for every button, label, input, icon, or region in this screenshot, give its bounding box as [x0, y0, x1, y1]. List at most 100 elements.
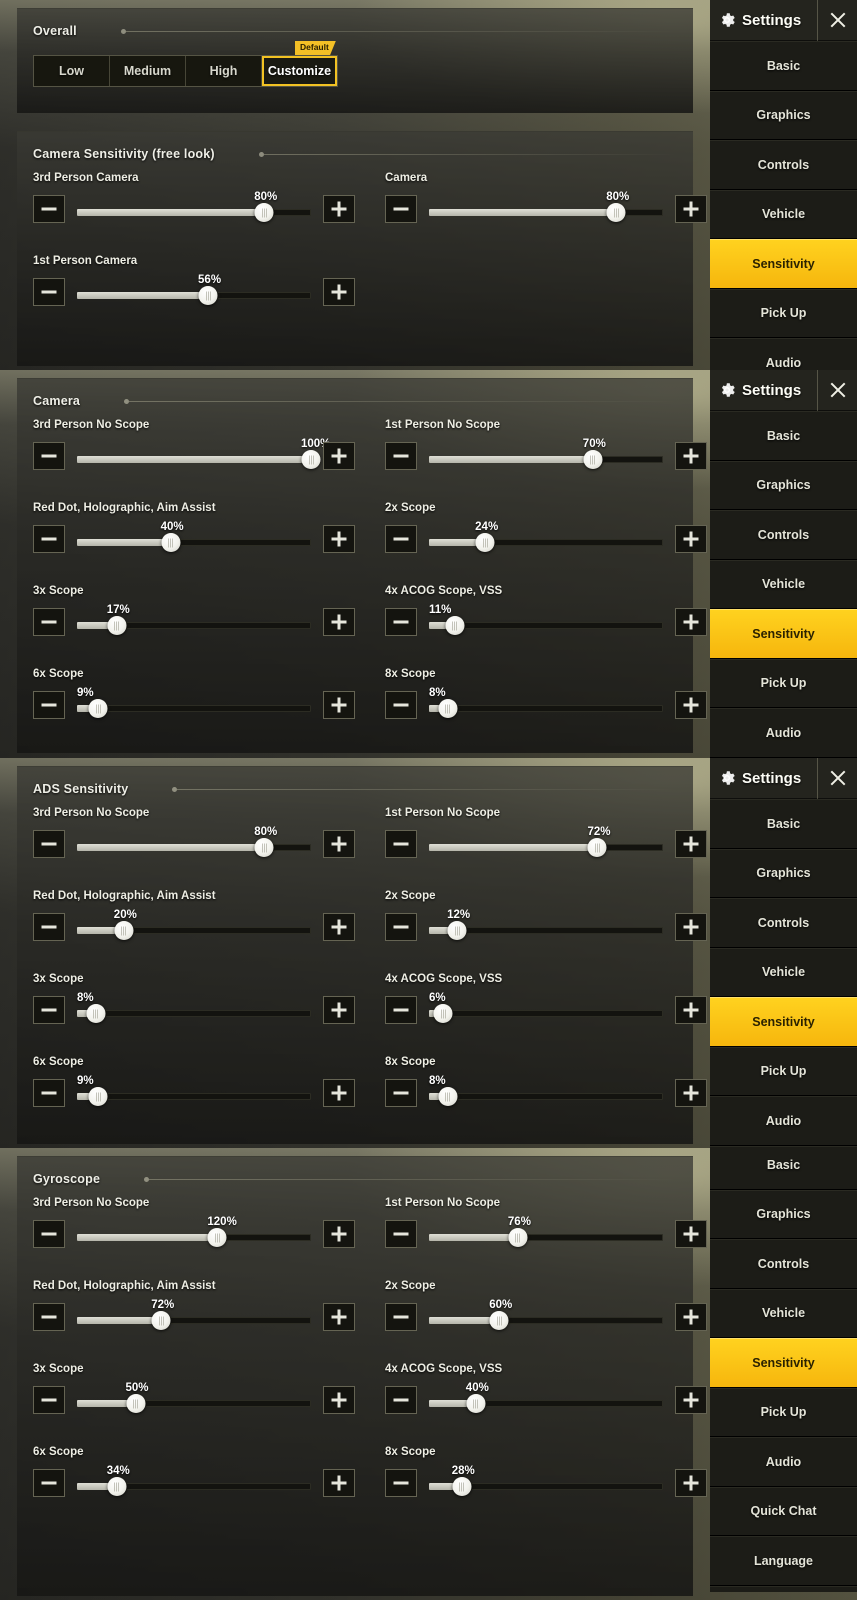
slider-thumb[interactable]	[126, 1394, 145, 1413]
slider[interactable]: 28%	[429, 1465, 663, 1499]
sidebar-item-vehicle[interactable]: Vehicle	[710, 1288, 857, 1338]
sidebar-item-audio[interactable]: Audio	[710, 1096, 857, 1146]
slider[interactable]: 34%	[77, 1465, 311, 1499]
slider-thumb[interactable]	[447, 921, 467, 940]
slider-track[interactable]	[429, 844, 663, 851]
sidebar-item-pick-up[interactable]: Pick Up	[710, 1046, 857, 1096]
increment-button[interactable]	[323, 996, 355, 1024]
slider-thumb[interactable]	[433, 1004, 453, 1023]
decrement-button[interactable]	[33, 442, 65, 470]
slider[interactable]: 72%	[429, 826, 663, 860]
sidebar-item-quick-chat[interactable]: Quick Chat	[710, 1486, 857, 1536]
sidebar-item-graphics[interactable]: Graphics	[710, 90, 857, 140]
decrement-button[interactable]	[33, 278, 65, 306]
decrement-button[interactable]	[33, 525, 65, 553]
slider[interactable]: 100%	[77, 438, 330, 472]
decrement-button[interactable]	[33, 1079, 65, 1107]
slider-thumb[interactable]	[583, 450, 603, 469]
slider[interactable]: 40%	[429, 1382, 663, 1416]
sidebar-item-audio[interactable]: Audio	[710, 708, 857, 758]
decrement-button[interactable]	[385, 1220, 417, 1248]
slider-thumb[interactable]	[88, 1087, 108, 1106]
close-icon[interactable]	[817, 0, 857, 41]
increment-button[interactable]	[323, 195, 355, 223]
slider[interactable]: 9%	[77, 687, 311, 721]
slider-thumb[interactable]	[107, 1477, 127, 1496]
slider-thumb[interactable]	[161, 533, 181, 552]
increment-button[interactable]	[323, 691, 355, 719]
decrement-button[interactable]	[385, 442, 417, 470]
slider-thumb[interactable]	[438, 1087, 458, 1106]
increment-button[interactable]	[323, 830, 355, 858]
increment-button[interactable]	[323, 1469, 355, 1497]
decrement-button[interactable]	[385, 195, 417, 223]
slider-thumb[interactable]	[438, 699, 458, 718]
sidebar-item-pick-up[interactable]: Pick Up	[710, 1387, 857, 1437]
slider-thumb[interactable]	[475, 533, 495, 552]
slider-track[interactable]	[429, 1317, 663, 1324]
sidebar-scroll[interactable]: Basic Graphics Controls Vehicle Sensitivity P…	[710, 1148, 857, 1592]
sidebar-scroll[interactable]: Settings Basic Graphics Controls Vehicle Sens…	[710, 758, 857, 1148]
increment-button[interactable]	[675, 195, 707, 223]
quality-tab-high[interactable]: High	[186, 56, 262, 86]
decrement-button[interactable]	[33, 608, 65, 636]
sidebar-item-basic[interactable]: Basic	[710, 411, 857, 461]
increment-button[interactable]	[675, 691, 707, 719]
decrement-button[interactable]	[385, 1469, 417, 1497]
increment-button[interactable]	[323, 525, 355, 553]
slider-track[interactable]	[429, 1093, 663, 1100]
slider[interactable]: 12%	[429, 909, 663, 943]
sidebar-scroll[interactable]: Settings Basic Graphics Controls Vehicle Sens…	[710, 0, 857, 370]
sidebar-item-basic[interactable]: Basic	[710, 1148, 857, 1190]
decrement-button[interactable]	[33, 1469, 65, 1497]
slider-track[interactable]	[77, 209, 311, 216]
slider[interactable]: 60%	[429, 1299, 663, 1333]
slider[interactable]: 11%	[429, 604, 663, 638]
sidebar-item-vehicle[interactable]: Vehicle	[710, 559, 857, 609]
slider-thumb[interactable]	[489, 1311, 509, 1330]
slider-thumb[interactable]	[86, 1004, 106, 1023]
sidebar-item-graphics[interactable]: Graphics	[710, 460, 857, 510]
increment-button[interactable]	[675, 442, 707, 470]
slider-track[interactable]	[77, 1093, 311, 1100]
increment-button[interactable]	[675, 1386, 707, 1414]
sidebar-item-controls[interactable]: Controls	[710, 140, 857, 190]
increment-button[interactable]	[675, 608, 707, 636]
slider[interactable]: 72%	[77, 1299, 311, 1333]
increment-button[interactable]	[323, 1220, 355, 1248]
sidebar-item-pick-up[interactable]: Pick Up	[710, 288, 857, 338]
slider-track[interactable]	[77, 456, 311, 463]
slider-thumb[interactable]	[254, 838, 274, 857]
slider-thumb[interactable]	[207, 1228, 227, 1247]
slider-thumb[interactable]	[198, 286, 218, 305]
decrement-button[interactable]	[33, 913, 65, 941]
increment-button[interactable]	[323, 278, 355, 306]
slider-track[interactable]	[429, 705, 663, 712]
sidebar-item-sensitivity[interactable]: Sensitivity	[710, 609, 857, 659]
increment-button[interactable]	[675, 913, 707, 941]
increment-button[interactable]	[675, 996, 707, 1024]
increment-button[interactable]	[323, 608, 355, 636]
decrement-button[interactable]	[33, 1386, 65, 1414]
slider-track[interactable]	[429, 539, 663, 546]
sidebar-item-graphics[interactable]: Graphics	[710, 848, 857, 898]
slider-track[interactable]	[429, 1400, 663, 1407]
slider[interactable]: 8%	[429, 687, 663, 721]
increment-button[interactable]	[675, 830, 707, 858]
slider-track[interactable]	[429, 1234, 663, 1241]
sidebar-item-basic[interactable]: Basic	[710, 1585, 857, 1592]
decrement-button[interactable]	[33, 1220, 65, 1248]
slider-track[interactable]	[77, 927, 311, 934]
slider[interactable]: 80%	[77, 826, 311, 860]
slider-thumb[interactable]	[254, 203, 274, 222]
quality-tab-customize[interactable]: Customize	[262, 56, 337, 86]
slider-thumb[interactable]	[466, 1394, 486, 1413]
quality-tab-low[interactable]: Low	[34, 56, 110, 86]
slider-thumb[interactable]	[151, 1311, 171, 1330]
increment-button[interactable]	[675, 525, 707, 553]
decrement-button[interactable]	[33, 830, 65, 858]
sidebar-item-sensitivity[interactable]: Sensitivity	[710, 1338, 857, 1388]
slider[interactable]: 20%	[77, 909, 311, 943]
sidebar-item-basic[interactable]: Basic	[710, 799, 857, 849]
close-icon[interactable]	[817, 370, 857, 411]
